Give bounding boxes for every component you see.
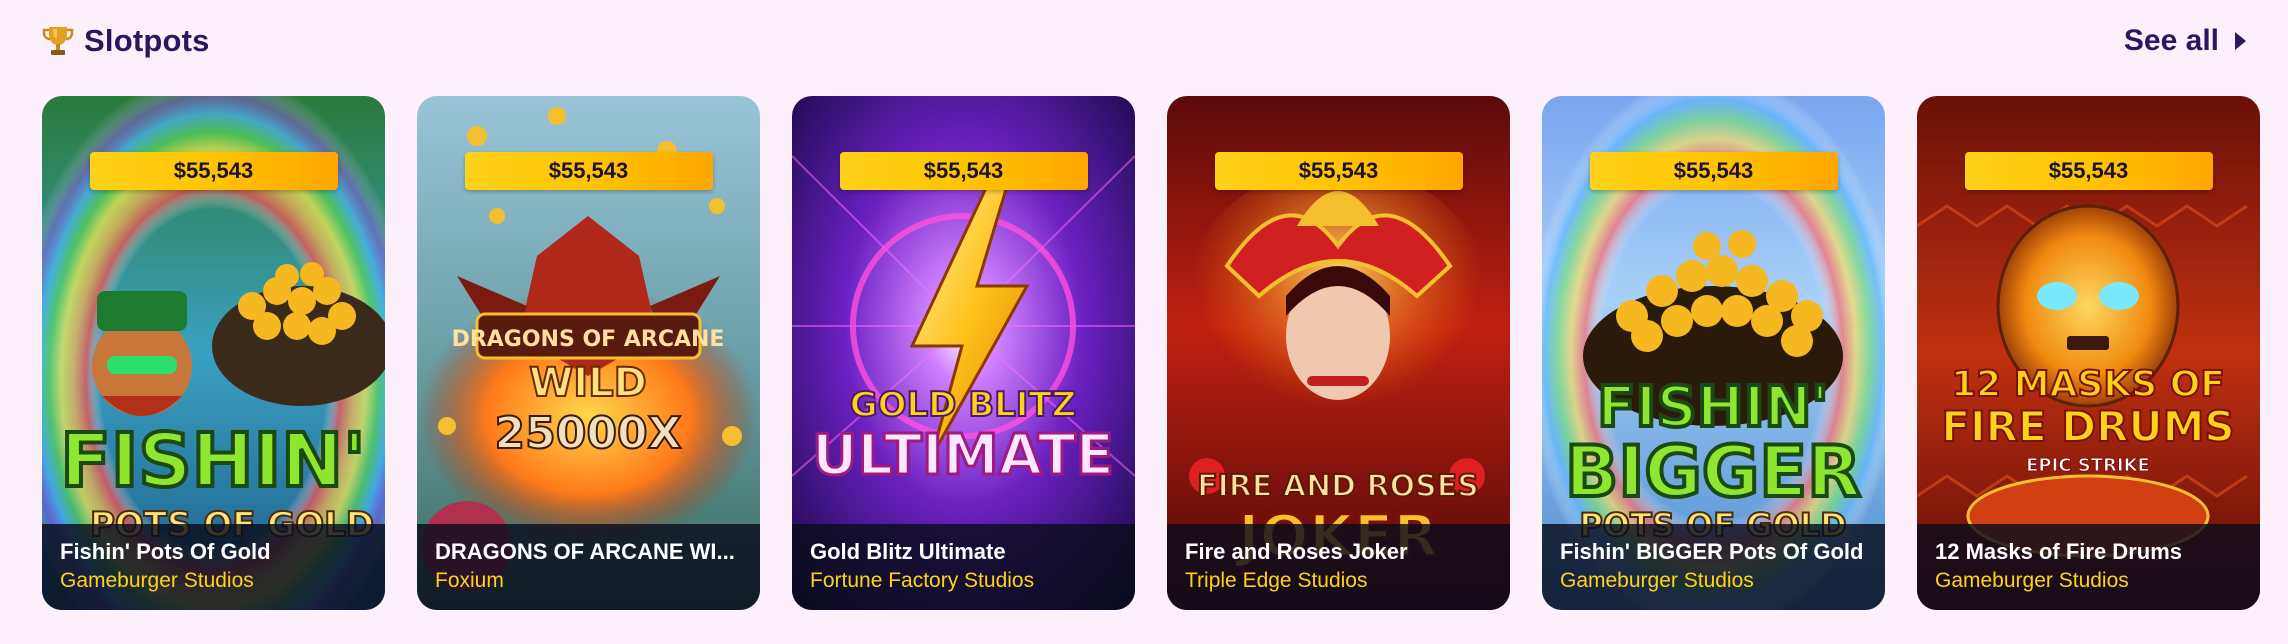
section-title-group: Slotpots: [42, 23, 210, 59]
game-card[interactable]: 12 MASKS OF FIRE DRUMS EPIC STRIKE $55,5…: [1917, 96, 2260, 610]
game-provider: Gameburger Studios: [1935, 569, 2129, 592]
trophy-icon: [42, 27, 74, 55]
game-caption: Fishin' BIGGER Pots Of Gold Gameburger S…: [1542, 524, 1885, 610]
game-title: Fishin' BIGGER Pots Of Gold: [1560, 539, 1864, 564]
jackpot-badge: $55,543: [839, 152, 1088, 190]
jackpot-badge: $55,543: [464, 152, 713, 190]
logo-line-2: ULTIMATE: [812, 423, 1114, 488]
game-provider: Triple Edge Studios: [1185, 569, 1368, 592]
game-provider: Foxium: [435, 569, 504, 592]
game-caption: 12 Masks of Fire Drums Gameburger Studio…: [1917, 524, 2260, 610]
game-provider: Gameburger Studios: [1560, 569, 1754, 592]
section-header: Slotpots See all: [42, 18, 2246, 64]
logo-line-1: 12 MASKS OF: [1951, 364, 2225, 405]
game-title: 12 Masks of Fire Drums: [1935, 539, 2182, 564]
see-all-link[interactable]: See all: [2124, 24, 2246, 58]
jackpot-badge: $55,543: [89, 152, 338, 190]
see-all-label: See all: [2123, 24, 2219, 57]
logo-line-1: FISHIN': [60, 418, 365, 504]
game-caption: Fire and Roses Joker Triple Edge Studios: [1167, 524, 1510, 610]
logo-line-1: GOLD BLITZ: [850, 385, 1077, 425]
game-card[interactable]: DRAGONS OF ARCANE WILD 25000X $55,543 DR…: [417, 96, 760, 610]
caret-right-icon: [2235, 32, 2246, 50]
jackpot-badge: $55,543: [1964, 152, 2213, 190]
section-title: Slotpots: [84, 23, 210, 58]
game-card[interactable]: FIRE AND ROSES JOKER $55,543 Fire and Ro…: [1167, 96, 1510, 610]
game-caption: Gold Blitz Ultimate Fortune Factory Stud…: [792, 524, 1135, 610]
game-carousel: FISHIN' POTS OF GOLD $55,543 Fishin' Pot…: [42, 96, 2260, 610]
logo-line-2: BIGGER: [1565, 431, 1861, 513]
logo-line-2: FIRE DRUMS: [1941, 402, 2234, 451]
logo-line-1: DRAGONS OF ARCANE: [452, 327, 725, 352]
game-card[interactable]: GOLD BLITZ ULTIMATE $55,543 Gold Blitz U…: [792, 96, 1135, 610]
game-title: Fire and Roses Joker: [1185, 539, 1408, 564]
logo-line-2: WILD: [529, 360, 647, 406]
logo-line-3: EPIC STRIKE: [2026, 455, 2150, 476]
logo-line-3: 25000X: [495, 408, 682, 459]
game-title: DRAGONS OF ARCANE WI...: [435, 539, 735, 564]
game-provider: Fortune Factory Studios: [810, 569, 1035, 592]
game-card[interactable]: FISHIN' BIGGER POTS OF GOLD $55,543 Fish…: [1542, 96, 1885, 610]
logo-line-1: FIRE AND ROSES: [1197, 469, 1479, 504]
game-title: Gold Blitz Ultimate: [810, 539, 1006, 564]
game-provider: Gameburger Studios: [60, 569, 254, 592]
jackpot-badge: $55,543: [1214, 152, 1463, 190]
jackpot-badge: $55,543: [1589, 152, 1838, 190]
game-caption: DRAGONS OF ARCANE WI... Foxium: [417, 524, 760, 610]
game-card[interactable]: FISHIN' POTS OF GOLD $55,543 Fishin' Pot…: [42, 96, 385, 610]
game-title: Fishin' Pots Of Gold: [60, 539, 271, 564]
game-caption: Fishin' Pots Of Gold Gameburger Studios: [42, 524, 385, 610]
